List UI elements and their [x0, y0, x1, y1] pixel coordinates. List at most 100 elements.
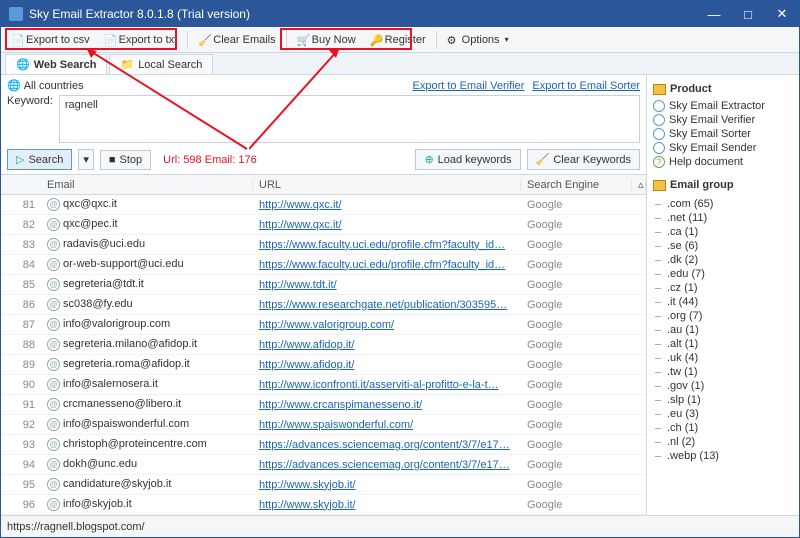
export-csv-icon: 📄: [11, 34, 23, 46]
email-group-tree[interactable]: .com (65).net (11).ca (1).se (6).dk (2).…: [653, 197, 797, 511]
table-row[interactable]: 83@radavis@uci.eduhttps://www.faculty.uc…: [1, 235, 646, 255]
tree-item[interactable]: .se (6): [653, 239, 797, 253]
table-row[interactable]: 94@dokh@unc.eduhttps://advances.sciencem…: [1, 455, 646, 475]
row-url[interactable]: https://advances.sciencemag.org/content/…: [253, 459, 521, 471]
export-txt-button[interactable]: 📄Export to txt: [98, 32, 184, 48]
export-verifier-link[interactable]: Export to Email Verifier: [413, 80, 525, 92]
tab-local-search[interactable]: 📁Local Search: [109, 54, 213, 74]
key-icon: 🔑: [370, 34, 382, 46]
gear-icon: ⚙: [447, 34, 459, 46]
table-row[interactable]: 90@info@salernosera.ithttp://www.iconfro…: [1, 375, 646, 395]
grid-header-url[interactable]: URL: [253, 179, 521, 191]
product-item[interactable]: Sky Email Verifier: [653, 113, 797, 127]
keyword-label: Keyword:: [7, 95, 53, 107]
table-row[interactable]: 86@sc038@fy.eduhttps://www.researchgate.…: [1, 295, 646, 315]
table-row[interactable]: 82@qxc@pec.ithttp://www.qxc.it/Google: [1, 215, 646, 235]
grid-header-email[interactable]: Email: [41, 179, 253, 191]
status-text: https://ragnell.blogspot.com/: [7, 521, 145, 533]
tree-item[interactable]: .it (44): [653, 295, 797, 309]
tree-item[interactable]: .webp (13): [653, 449, 797, 463]
at-icon: @: [47, 238, 60, 251]
tree-item[interactable]: .dk (2): [653, 253, 797, 267]
row-url[interactable]: http://www.qxc.it/: [253, 219, 521, 231]
row-url[interactable]: https://www.researchgate.net/publication…: [253, 299, 521, 311]
tree-item[interactable]: .edu (7): [653, 267, 797, 281]
tree-item[interactable]: .alt (1): [653, 337, 797, 351]
export-sorter-link[interactable]: Export to Email Sorter: [532, 80, 640, 92]
register-button[interactable]: 🔑Register: [364, 32, 432, 48]
product-item[interactable]: Sky Email Sorter: [653, 127, 797, 141]
tree-item[interactable]: .gov (1): [653, 379, 797, 393]
table-row[interactable]: 85@segreteria@tdt.ithttp://www.tdt.it/Go…: [1, 275, 646, 295]
tree-item[interactable]: .tw (1): [653, 365, 797, 379]
table-row[interactable]: 89@segreteria.roma@afidop.ithttp://www.a…: [1, 355, 646, 375]
search-dropdown-button[interactable]: ▾: [78, 149, 94, 170]
row-url[interactable]: https://advances.sciencemag.org/content/…: [253, 439, 521, 451]
table-row[interactable]: 87@info@valorigroup.comhttp://www.valori…: [1, 315, 646, 335]
tree-item[interactable]: .com (65): [653, 197, 797, 211]
row-url[interactable]: http://www.qxc.it/: [253, 199, 521, 211]
minimize-button[interactable]: —: [697, 1, 731, 27]
status-bar: https://ragnell.blogspot.com/: [1, 515, 799, 537]
buy-now-button[interactable]: 🛒Buy Now: [291, 32, 362, 48]
tree-item[interactable]: .cz (1): [653, 281, 797, 295]
search-button[interactable]: ▷Search: [7, 149, 72, 170]
product-item[interactable]: Sky Email Extractor: [653, 99, 797, 113]
stop-button[interactable]: ■Stop: [100, 150, 151, 170]
clear-emails-button[interactable]: 🧹Clear Emails: [192, 32, 281, 48]
table-row[interactable]: 96@info@skyjob.ithttp://www.skyjob.it/Go…: [1, 495, 646, 515]
row-url[interactable]: http://www.skyjob.it/: [253, 479, 521, 491]
row-url[interactable]: https://www.faculty.uci.edu/profile.cfm?…: [253, 259, 521, 271]
row-url[interactable]: http://www.afidop.it/: [253, 359, 521, 371]
row-url[interactable]: http://www.skyjob.it/: [253, 499, 521, 511]
product-item[interactable]: Sky Email Sender: [653, 141, 797, 155]
table-row[interactable]: 88@segreteria.milano@afidop.ithttp://www…: [1, 335, 646, 355]
table-row[interactable]: 84@or-web-support@uci.eduhttps://www.fac…: [1, 255, 646, 275]
table-row[interactable]: 92@info@spaiswonderful.comhttp://www.spa…: [1, 415, 646, 435]
tree-item[interactable]: .eu (3): [653, 407, 797, 421]
keyword-input[interactable]: [59, 95, 640, 143]
table-row[interactable]: 95@candidature@skyjob.ithttp://www.skyjo…: [1, 475, 646, 495]
row-engine: Google: [521, 259, 646, 271]
country-selector[interactable]: 🌐All countries: [7, 79, 403, 92]
main-toolbar: 📄Export to csv 📄Export to txt 🧹Clear Ema…: [1, 27, 799, 53]
grid-header: Email URL Search Engine ▵: [1, 175, 646, 195]
export-csv-button[interactable]: 📄Export to csv: [5, 32, 96, 48]
close-button[interactable]: ✕: [765, 1, 799, 27]
row-url[interactable]: http://www.valorigroup.com/: [253, 319, 521, 331]
tree-item[interactable]: .org (7): [653, 309, 797, 323]
grid-header-engine[interactable]: Search Engine: [521, 179, 632, 191]
row-engine: Google: [521, 399, 646, 411]
tree-item[interactable]: .ca (1): [653, 225, 797, 239]
app-icon: [9, 7, 23, 21]
row-url[interactable]: http://www.afidop.it/: [253, 339, 521, 351]
table-row[interactable]: 91@crcmanesseno@libero.ithttp://www.crca…: [1, 395, 646, 415]
row-email: @segreteria.roma@afidop.it: [41, 358, 253, 371]
tree-item[interactable]: .uk (4): [653, 351, 797, 365]
row-engine: Google: [521, 279, 646, 291]
product-item[interactable]: ?Help document: [653, 155, 797, 169]
table-row[interactable]: 81@qxc@qxc.ithttp://www.qxc.it/Google: [1, 195, 646, 215]
row-url[interactable]: http://www.spaiswonderful.com/: [253, 419, 521, 431]
tab-web-search[interactable]: 🌐Web Search: [5, 54, 107, 74]
table-row[interactable]: 93@christoph@proteincentre.comhttps://ad…: [1, 435, 646, 455]
maximize-button[interactable]: □: [731, 1, 765, 27]
clear-keywords-button[interactable]: 🧹Clear Keywords: [527, 149, 640, 170]
tree-item[interactable]: .nl (2): [653, 435, 797, 449]
tree-item[interactable]: .net (11): [653, 211, 797, 225]
at-icon: @: [47, 218, 60, 231]
row-url[interactable]: https://www.faculty.uci.edu/profile.cfm?…: [253, 239, 521, 251]
row-index: 93: [1, 439, 41, 451]
load-keywords-button[interactable]: ⊕Load keywords: [415, 149, 520, 170]
row-url[interactable]: http://www.iconfronti.it/asserviti-al-pr…: [253, 379, 521, 391]
row-index: 85: [1, 279, 41, 291]
tree-item[interactable]: .slp (1): [653, 393, 797, 407]
row-url[interactable]: http://www.crcanspimanesseno.it/: [253, 399, 521, 411]
at-icon: @: [47, 438, 60, 451]
tree-item[interactable]: .ch (1): [653, 421, 797, 435]
url-email-stats: Url: 598 Email: 176: [163, 154, 409, 166]
options-button[interactable]: ⚙Options▾: [441, 32, 515, 48]
tree-item[interactable]: .au (1): [653, 323, 797, 337]
grid-body[interactable]: 81@qxc@qxc.ithttp://www.qxc.it/Google82@…: [1, 195, 646, 515]
row-url[interactable]: http://www.tdt.it/: [253, 279, 521, 291]
